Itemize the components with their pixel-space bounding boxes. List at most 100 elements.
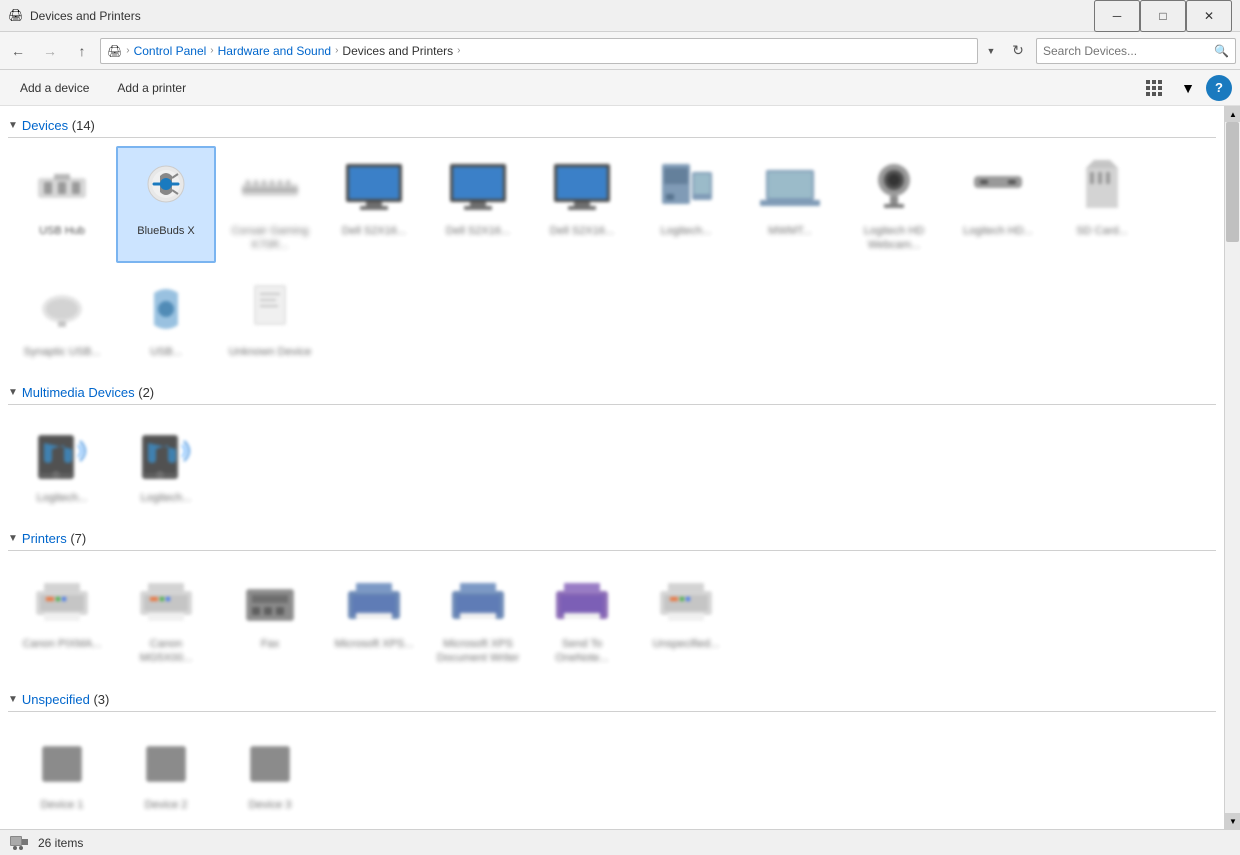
search-icon: 🔍 <box>1214 44 1229 58</box>
list-item[interactable]: MWMT... <box>740 146 840 263</box>
breadcrumb-dropdown-button[interactable]: ▼ <box>982 38 1000 64</box>
refresh-button[interactable]: ↻ <box>1004 37 1032 65</box>
list-item[interactable]: Logitech... <box>636 146 736 263</box>
list-item[interactable]: Device 2 <box>116 720 216 822</box>
unspecified-section-header[interactable]: ▼ Unspecified (3) <box>8 688 1216 712</box>
help-button[interactable]: ? <box>1206 75 1232 101</box>
list-item[interactable]: Dell S2X16... <box>532 146 632 263</box>
device-name: Canon MG5X00... <box>122 637 210 666</box>
device-name: Fax <box>261 637 279 651</box>
unspecified-section-title: Unspecified (3) <box>22 692 109 707</box>
list-item[interactable]: Device 1 <box>12 720 112 822</box>
device-name: Corsair Gaming K70R... <box>226 224 314 253</box>
device-name: Device 3 <box>249 798 292 812</box>
device-name: USB... <box>150 345 182 359</box>
device-name: USB Hub <box>39 224 85 238</box>
printers-grid: Canon PIXMA... <box>8 559 1216 676</box>
device-icon <box>550 569 614 633</box>
view-options-button[interactable] <box>1142 74 1170 102</box>
device-icon <box>342 569 406 633</box>
devices-section-header[interactable]: ▼ Devices (14) <box>8 114 1216 138</box>
list-item[interactable]: Logitech... <box>12 413 112 515</box>
multimedia-section-title: Multimedia Devices (2) <box>22 385 154 400</box>
list-item[interactable]: Device 3 <box>220 720 320 822</box>
list-item[interactable]: Dell S2X16... <box>428 146 528 263</box>
device-icon <box>30 423 94 487</box>
device-name: Synaptic USB... <box>23 345 100 359</box>
device-icon <box>238 277 302 341</box>
device-icon <box>238 730 302 794</box>
add-printer-button[interactable]: Add a printer <box>105 74 198 102</box>
device-name: Unspecified... <box>653 637 720 651</box>
device-icon <box>446 156 510 220</box>
list-item[interactable]: Microsoft XPS Document Writer <box>428 559 528 676</box>
scroll-up-button[interactable]: ▲ <box>1225 106 1240 122</box>
breadcrumb: 🖨 › Control Panel › Hardware and Sound ›… <box>100 38 978 64</box>
view-dropdown-button[interactable]: ▼ <box>1174 74 1202 102</box>
forward-button[interactable]: → <box>36 37 64 65</box>
device-name: Unknown Device <box>229 345 312 359</box>
list-item[interactable]: Logitech HD... <box>948 146 1048 263</box>
back-button[interactable]: ← <box>4 37 32 65</box>
unspecified-collapse-arrow: ▼ <box>8 694 18 705</box>
printers-section-header[interactable]: ▼ Printers (7) <box>8 527 1216 551</box>
window-title: Devices and Printers <box>30 9 1094 23</box>
scroll-down-button[interactable]: ▼ <box>1225 813 1240 829</box>
scrollbar[interactable]: ▲ ▼ <box>1224 106 1240 829</box>
main-content: ▼ Devices (14) USB Hub <box>0 106 1240 829</box>
list-item[interactable]: Unspecified... <box>636 559 736 676</box>
list-item[interactable]: Canon PIXMA... <box>12 559 112 676</box>
list-item[interactable]: USB Hub <box>12 146 112 263</box>
list-item[interactable]: USB... <box>116 267 216 369</box>
list-item[interactable]: Logitech HD Webcam... <box>844 146 944 263</box>
list-item[interactable]: SD Card... <box>1052 146 1152 263</box>
device-name: Logitech... <box>661 224 712 238</box>
search-box: 🔍 <box>1036 38 1236 64</box>
toolbar: Add a device Add a printer ▼ ? <box>0 70 1240 106</box>
list-item[interactable]: Canon MG5X00... <box>116 559 216 676</box>
unspecified-section: ▼ Unspecified (3) Device 1 <box>8 688 1216 822</box>
scroll-thumb[interactable] <box>1226 122 1239 242</box>
devices-collapse-arrow: ▼ <box>8 120 18 131</box>
device-name: SD Card... <box>1076 224 1127 238</box>
list-item[interactable]: Send To OneNote... <box>532 559 632 676</box>
device-icon <box>238 569 302 633</box>
device-name: BlueBuds X <box>137 224 194 238</box>
device-icon <box>134 423 198 487</box>
add-device-button[interactable]: Add a device <box>8 74 101 102</box>
list-item[interactable]: BlueBuds X <box>116 146 216 263</box>
list-item[interactable]: Dell S2X16... <box>324 146 424 263</box>
up-button[interactable]: ↑ <box>68 37 96 65</box>
list-item[interactable]: Fax <box>220 559 320 676</box>
device-icon <box>862 156 926 220</box>
multimedia-section-header[interactable]: ▼ Multimedia Devices (2) <box>8 381 1216 405</box>
unspecified-grid: Device 1 Device 2 <box>8 720 1216 822</box>
breadcrumb-hardware-sound[interactable]: Hardware and Sound <box>218 44 331 58</box>
list-item[interactable]: Synaptic USB... <box>12 267 112 369</box>
printers-collapse-arrow: ▼ <box>8 533 18 544</box>
device-name: Microsoft XPS Document Writer <box>434 637 522 666</box>
device-icon <box>758 156 822 220</box>
status-bar: 26 items <box>0 829 1240 855</box>
device-icon <box>134 156 198 220</box>
device-icon <box>446 569 510 633</box>
search-input[interactable] <box>1043 44 1210 58</box>
device-name: Microsoft XPS... <box>335 637 414 651</box>
device-name: Canon PIXMA... <box>23 637 102 651</box>
list-item[interactable]: Logitech... <box>116 413 216 515</box>
list-item[interactable]: Corsair Gaming K70R... <box>220 146 320 263</box>
breadcrumb-devices-printers: Devices and Printers <box>342 44 453 58</box>
device-icon <box>1070 156 1134 220</box>
maximize-button[interactable]: □ <box>1140 0 1186 32</box>
list-item[interactable]: Unknown Device <box>220 267 320 369</box>
device-name: Logitech... <box>37 491 88 505</box>
device-name: Dell S2X16... <box>342 224 406 238</box>
device-icon <box>134 730 198 794</box>
breadcrumb-control-panel[interactable]: Control Panel <box>134 44 207 58</box>
window-icon: 🖨 <box>8 8 24 24</box>
content-area[interactable]: ▼ Devices (14) USB Hub <box>0 106 1224 829</box>
close-button[interactable]: ✕ <box>1186 0 1232 32</box>
minimize-button[interactable]: ─ <box>1094 0 1140 32</box>
list-item[interactable]: Microsoft XPS... <box>324 559 424 676</box>
toolbar-right: ▼ ? <box>1142 74 1232 102</box>
